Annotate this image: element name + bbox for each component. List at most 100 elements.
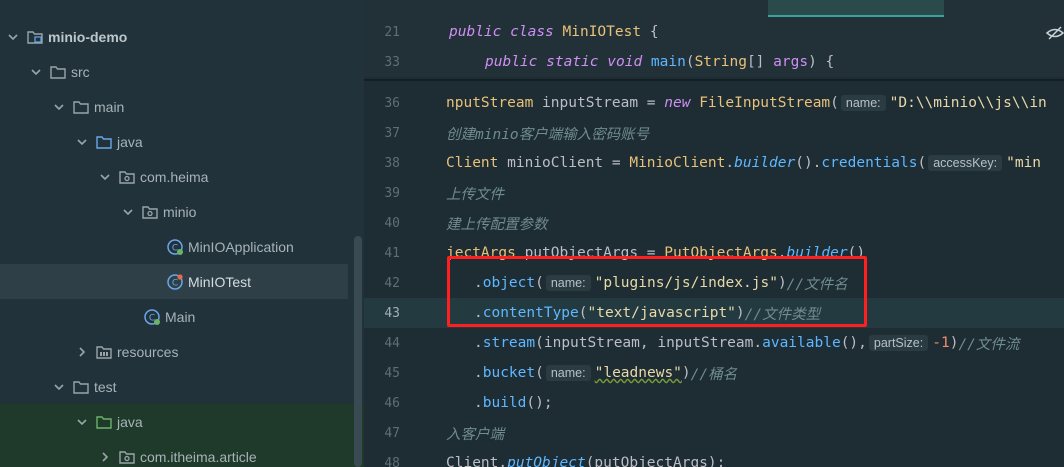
svg-text:C: C bbox=[172, 278, 178, 288]
code-text: minioClient = bbox=[498, 155, 630, 171]
comment: //桶名 bbox=[690, 366, 738, 383]
code-line-47[interactable]: 47 入客户端 bbox=[364, 418, 1064, 448]
code-text: ( bbox=[830, 95, 839, 111]
tree-item-main-class[interactable]: C Main bbox=[0, 299, 364, 334]
editor-tab-bar bbox=[364, 0, 1064, 17]
folder-icon bbox=[72, 378, 90, 396]
code-line-36[interactable]: 36 nputStream inputStream = new FileInpu… bbox=[364, 88, 1064, 118]
tree-item-label: com.heima bbox=[140, 168, 209, 185]
code-text: (putObjectArgs); bbox=[585, 455, 726, 467]
source-folder-icon bbox=[95, 133, 113, 151]
tree-item-package-itheima-article[interactable]: com.itheima.article bbox=[0, 439, 364, 467]
eye-off-icon[interactable] bbox=[1046, 24, 1064, 42]
tree-item-label: main bbox=[94, 98, 125, 115]
class-name: Client bbox=[446, 155, 499, 171]
code-text: . bbox=[474, 365, 483, 381]
tree-item-main[interactable]: main bbox=[0, 89, 364, 124]
code-line-38[interactable]: 38 Client minioClient = MinioClient. buil… bbox=[364, 148, 1064, 178]
comment: 创建minio客户端输入密码账号 bbox=[446, 126, 650, 143]
package-icon bbox=[118, 448, 136, 466]
keyword: static bbox=[546, 54, 599, 70]
tree-item-label: src bbox=[71, 63, 90, 80]
chevron-down-icon[interactable] bbox=[27, 63, 45, 81]
chevron-down-icon[interactable] bbox=[50, 378, 68, 396]
code-text: (), bbox=[840, 335, 867, 351]
parameter-hint: name: bbox=[545, 365, 591, 381]
code-line-40[interactable]: 40 建上传配置参数 bbox=[364, 208, 1064, 238]
line-number: 43 bbox=[384, 305, 400, 321]
line-number: 44 bbox=[384, 335, 400, 351]
tree-item-resources[interactable]: resources bbox=[0, 334, 364, 369]
chevron-down-icon[interactable] bbox=[73, 413, 91, 431]
code-editor[interactable]: 21 public class MinIOTest { 33 public st… bbox=[364, 0, 1064, 467]
code-text: . bbox=[474, 335, 483, 351]
string-literal: "min bbox=[1006, 155, 1042, 171]
parameter-hint: name: bbox=[840, 95, 886, 111]
code-text: ( bbox=[685, 54, 695, 70]
tree-item-label: resources bbox=[117, 343, 179, 360]
keyword: class bbox=[510, 24, 554, 40]
code-text: . bbox=[725, 155, 735, 171]
line-number: 38 bbox=[384, 155, 400, 171]
code-text: [] bbox=[746, 54, 774, 70]
tree-item-label: test bbox=[94, 378, 117, 395]
chevron-down-icon[interactable] bbox=[96, 168, 114, 186]
line-number: 33 bbox=[384, 54, 400, 70]
string-literal: "D:\\minio\\js\\in bbox=[889, 95, 1047, 111]
tree-item-minio-test[interactable]: C MinIOTest bbox=[0, 264, 348, 299]
package-icon bbox=[141, 203, 159, 221]
line-number: 36 bbox=[384, 95, 400, 111]
code-text: ( bbox=[535, 365, 544, 381]
tree-scrollbar[interactable] bbox=[354, 236, 362, 467]
method-name: main bbox=[650, 54, 686, 70]
class-name: nputStream bbox=[446, 95, 534, 111]
tree-item-project[interactable]: minio-demo bbox=[0, 19, 364, 54]
editor-tab-active[interactable] bbox=[768, 0, 944, 17]
chevron-right-icon[interactable] bbox=[73, 343, 91, 361]
comment: 上传文件 bbox=[446, 186, 504, 203]
class-name: FileInputStream bbox=[699, 95, 831, 111]
parameter-hint: partSize: bbox=[868, 335, 929, 351]
method-name: bucket bbox=[482, 365, 536, 381]
tree-item-label: minio-demo bbox=[48, 28, 128, 45]
method-name: credentials bbox=[821, 155, 918, 171]
class-name: MinioClient bbox=[629, 155, 726, 171]
comment: 建上传配置参数 bbox=[446, 216, 548, 233]
code-line-46[interactable]: 46 . build (); bbox=[364, 388, 1064, 418]
chevron-down-icon[interactable] bbox=[119, 203, 137, 221]
chevron-right-icon[interactable] bbox=[96, 448, 114, 466]
code-text: Client. bbox=[446, 455, 508, 467]
tree-item-src[interactable]: src bbox=[0, 54, 364, 89]
line-number: 41 bbox=[384, 245, 400, 261]
code-line-45[interactable]: 45 . bucket(name: "leadnews")//桶名 bbox=[364, 358, 1064, 388]
code-line-37[interactable]: 37 创建minio客户端输入密码账号 bbox=[364, 118, 1064, 148]
parameter-hint: accessKey: bbox=[928, 155, 1003, 171]
tree-item-minio-application[interactable]: C MinIOApplication bbox=[0, 229, 364, 264]
code-text: ) bbox=[681, 365, 691, 381]
line-number: 47 bbox=[384, 425, 400, 441]
project-tree: minio-demo src main java com.heima minio… bbox=[0, 0, 364, 467]
code-text: ( bbox=[917, 155, 927, 171]
chevron-down-icon[interactable] bbox=[73, 133, 91, 151]
chevron-down-icon[interactable] bbox=[4, 28, 22, 46]
code-line-44[interactable]: 44 . stream (inputStream, inputStream. avai… bbox=[364, 328, 1064, 358]
tree-item-test-java[interactable]: java bbox=[0, 404, 364, 439]
tree-item-package-minio[interactable]: minio bbox=[0, 194, 364, 229]
method-name: available bbox=[762, 335, 841, 351]
chevron-down-icon[interactable] bbox=[50, 98, 68, 116]
code-text: ) bbox=[949, 335, 959, 351]
tree-item-label: java bbox=[117, 413, 143, 430]
tree-item-test[interactable]: test bbox=[0, 369, 364, 404]
line-number: 21 bbox=[384, 24, 400, 40]
code-line-48[interactable]: 48 Client. putObject (putObjectArgs); bbox=[364, 448, 1064, 467]
folder-icon bbox=[49, 63, 67, 81]
line-number: 45 bbox=[384, 365, 400, 381]
keyword: public bbox=[449, 24, 502, 40]
tree-item-java[interactable]: java bbox=[0, 124, 364, 159]
test-source-folder-icon bbox=[95, 413, 113, 431]
number-literal: -1 bbox=[932, 335, 950, 351]
tree-item-package-heima[interactable]: com.heima bbox=[0, 159, 364, 194]
code-line-33: 33 public static void main(String[] args… bbox=[364, 47, 1064, 77]
code-line-39[interactable]: 39 上传文件 bbox=[364, 178, 1064, 208]
